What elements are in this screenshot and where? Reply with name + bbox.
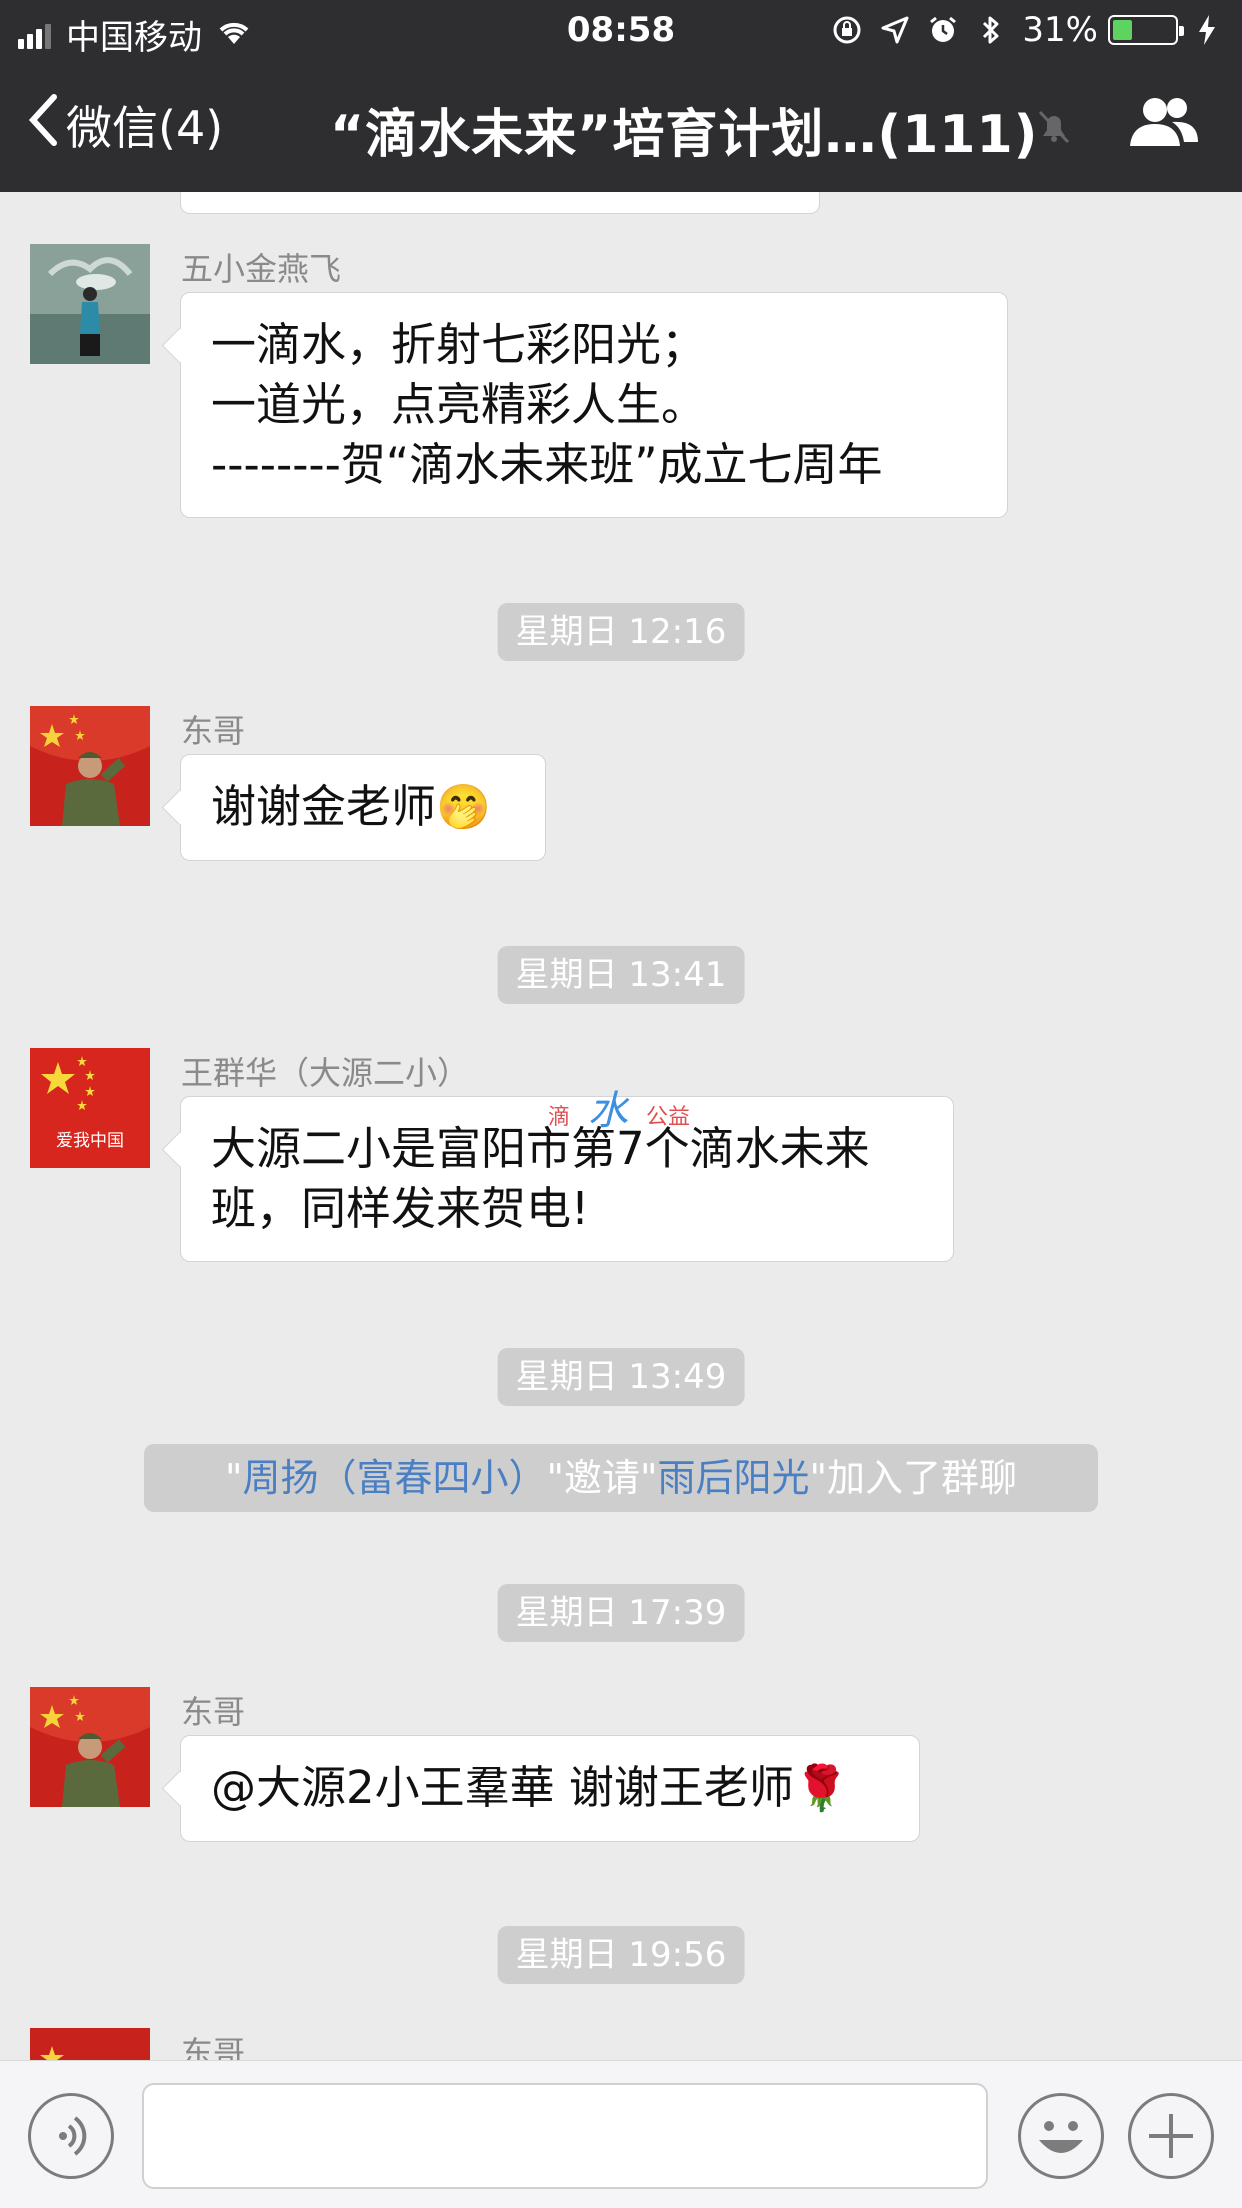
charging-bolt-icon [1190, 13, 1224, 47]
battery-icon [1108, 15, 1184, 45]
more-button[interactable] [1128, 2093, 1214, 2179]
sender-name: 王群华（大源二小） [181, 1054, 470, 1092]
back-button[interactable]: 微信(4) [28, 92, 223, 158]
message-line: 一道光，点亮精彩人生。 [211, 378, 707, 431]
sender-name: 东哥 [181, 2034, 246, 2060]
status-bar: 中国移动 08:58 31% [0, 0, 1242, 62]
message-input[interactable] [142, 2083, 988, 2189]
avatar[interactable] [30, 244, 150, 364]
voice-button[interactable] [28, 2093, 114, 2179]
message-line: --------贺“滴水未来班”成立七周年 [211, 438, 883, 491]
message-text: @大源2小王羣華 谢谢王老师 [211, 1761, 794, 1814]
avatar[interactable] [30, 2028, 150, 2060]
rotation-lock-icon [830, 13, 864, 47]
location-icon [878, 13, 912, 47]
time-divider: 星期日 12:16 [497, 603, 745, 661]
back-label: 微信(4) [66, 101, 224, 155]
emoji-button[interactable] [1018, 2093, 1104, 2179]
avatar[interactable] [30, 706, 150, 826]
message-line: 班，同样发来贺电! [211, 1182, 590, 1235]
water-drop-icon: 水 [588, 1088, 629, 1134]
message-bubble[interactable]: 一滴水，折射七彩阳光； 一道光，点亮精彩人生。 --------贺“滴水未来班”… [180, 292, 1008, 518]
sender-name: 东哥 [181, 712, 246, 750]
time-divider: 星期日 17:39 [497, 1584, 745, 1642]
chevron-left-icon [28, 93, 66, 158]
sender-name: 五小金燕飞 [181, 250, 342, 288]
message-bubble[interactable]: 谢谢金老师🤭 [180, 754, 546, 861]
time-divider: 星期日 13:41 [497, 946, 745, 1004]
message-line: 一滴水，折射七彩阳光； [211, 318, 707, 371]
inviter-link[interactable]: 周扬（富春四小） [243, 1456, 547, 1500]
input-bar [0, 2060, 1242, 2208]
time-divider: 星期日 19:56 [497, 1926, 745, 1984]
battery-percent: 31% [1022, 10, 1098, 50]
sender-name: 东哥 [181, 1693, 246, 1731]
bluetooth-icon [974, 13, 1008, 47]
chat-title: “滴水未来”培育计划…(111) [330, 105, 1039, 165]
time-divider: 星期日 13:49 [497, 1348, 745, 1406]
emoji: 🤭 [436, 782, 491, 833]
plus-icon [1131, 2114, 1211, 2180]
rose-emoji: 🌹 [793, 1763, 849, 1814]
watermark: 滴水公益 [548, 1088, 691, 1134]
chat-messages[interactable]: 五小金燕飞 一滴水，折射七彩阳光； 一道光，点亮精彩人生。 --------贺“… [0, 192, 1242, 2060]
svg-text:爱我中国: 爱我中国 [56, 1131, 124, 1151]
smiley-icon [1021, 2121, 1101, 2180]
nav-bar: 微信(4) “滴水未来”培育计划…(111) [0, 62, 1242, 192]
message-bubble[interactable]: @大源2小王羣華 谢谢王老师🌹 [180, 1735, 920, 1842]
voice-icon [31, 2116, 111, 2180]
avatar[interactable] [30, 1687, 150, 1807]
system-notice: "周扬（富春四小）"邀请"雨后阳光"加入了群聊 [144, 1444, 1098, 1512]
group-people-icon[interactable] [1128, 94, 1200, 156]
previous-message-bubble [180, 192, 820, 214]
bell-slash-icon [1034, 106, 1074, 150]
message-text: 谢谢金老师 [211, 780, 437, 833]
invitee-link[interactable]: 雨后阳光 [657, 1456, 809, 1500]
alarm-icon [926, 13, 960, 47]
avatar[interactable]: 爱我中国 [30, 1048, 150, 1168]
